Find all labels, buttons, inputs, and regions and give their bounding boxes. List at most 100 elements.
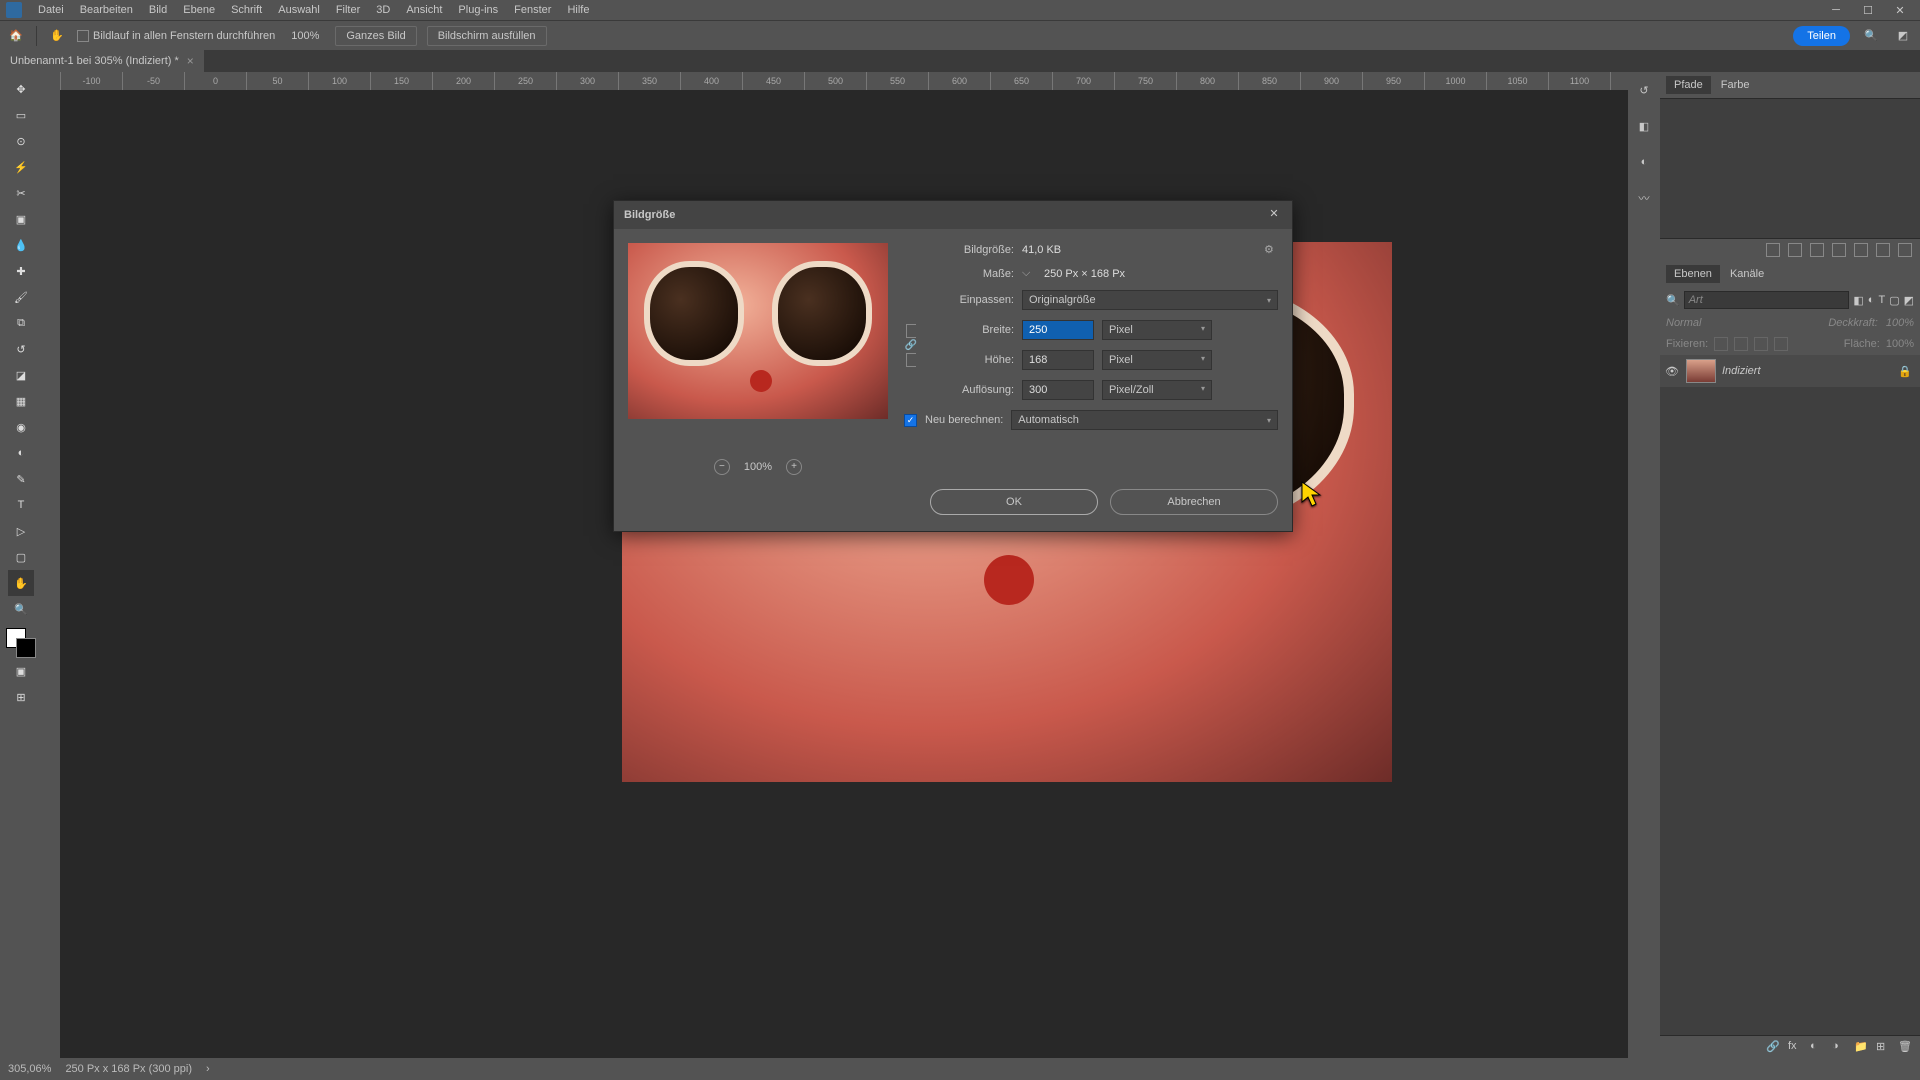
lock-position-icon[interactable] <box>1734 337 1748 351</box>
status-zoom[interactable]: 305,06% <box>8 1063 51 1075</box>
history-panel-icon[interactable]: ↺ <box>1634 80 1654 100</box>
menu-3d[interactable]: 3D <box>368 1 398 19</box>
menu-ebene[interactable]: Ebene <box>175 1 223 19</box>
scroll-all-checkbox[interactable]: Bildlauf in allen Fenstern durchführen <box>77 30 275 42</box>
eraser-tool[interactable]: ◪ <box>8 362 34 388</box>
quickmask-tool[interactable]: ▣ <box>8 658 34 684</box>
path-delete-icon[interactable] <box>1898 243 1912 257</box>
adjustments-panel-icon[interactable]: ◐ <box>1634 152 1654 172</box>
menu-ansicht[interactable]: Ansicht <box>398 1 450 19</box>
path-mask-icon[interactable] <box>1854 243 1868 257</box>
share-button[interactable]: Teilen <box>1793 26 1850 46</box>
tab-kanaele[interactable]: Kanäle <box>1722 265 1772 283</box>
heal-tool[interactable]: ✚ <box>8 258 34 284</box>
marquee-tool[interactable]: ▭ <box>8 102 34 128</box>
lock-pixel-icon[interactable] <box>1714 337 1728 351</box>
maximize-icon[interactable]: ☐ <box>1854 2 1882 18</box>
shape-tool[interactable]: ▢ <box>8 544 34 570</box>
adjustment-layer-icon[interactable]: ◑ <box>1832 1040 1846 1054</box>
lasso-tool[interactable]: ⊙ <box>8 128 34 154</box>
crop-tool[interactable]: ✂ <box>8 180 34 206</box>
layer-name[interactable]: Indiziert <box>1722 365 1761 377</box>
zoom-in-icon[interactable]: + <box>786 459 802 475</box>
paths-panel-icon[interactable]: 〰 <box>1634 188 1654 208</box>
group-icon[interactable]: 📁 <box>1854 1040 1868 1054</box>
zoom-tool[interactable]: 🔍 <box>8 596 34 622</box>
opacity-value[interactable]: 100% <box>1886 317 1914 329</box>
fit-to-select[interactable]: Originalgröße▾ <box>1022 290 1278 310</box>
width-input[interactable]: 250 <box>1022 320 1094 340</box>
filter-smart-icon[interactable]: ◩ <box>1904 294 1914 307</box>
blur-tool[interactable]: ◉ <box>8 414 34 440</box>
gear-icon[interactable]: ⚙ <box>1264 243 1278 257</box>
text-tool[interactable]: T <box>8 492 34 518</box>
path-stroke-icon[interactable] <box>1788 243 1802 257</box>
menu-schrift[interactable]: Schrift <box>223 1 270 19</box>
menu-datei[interactable]: Datei <box>30 1 72 19</box>
status-info[interactable]: 250 Px x 168 Px (300 ppi) <box>65 1063 192 1075</box>
fit-screen-button[interactable]: Ganzes Bild <box>335 26 416 46</box>
dialog-close-icon[interactable]: ✕ <box>1266 207 1282 223</box>
history-brush-tool[interactable]: ↺ <box>8 336 34 362</box>
wand-tool[interactable]: ⚡ <box>8 154 34 180</box>
layer-thumbnail[interactable] <box>1686 359 1716 383</box>
layer-filter-select[interactable]: Art <box>1684 291 1850 309</box>
tab-ebenen[interactable]: Ebenen <box>1666 265 1720 283</box>
frame-tool[interactable]: ▣ <box>8 206 34 232</box>
ok-button[interactable]: OK <box>930 489 1098 515</box>
visibility-icon[interactable]: 👁 <box>1664 365 1680 378</box>
menu-plugins[interactable]: Plug-ins <box>450 1 506 19</box>
fill-screen-button[interactable]: Bildschirm ausfüllen <box>427 26 547 46</box>
chevron-down-icon[interactable]: ⌵ <box>1022 267 1036 280</box>
cancel-button[interactable]: Abbrechen <box>1110 489 1278 515</box>
close-icon[interactable]: ✕ <box>1886 2 1914 18</box>
filter-text-icon[interactable]: T <box>1878 294 1885 306</box>
hand-tool[interactable]: ✋ <box>8 570 34 596</box>
fx-icon[interactable]: fx <box>1788 1040 1802 1054</box>
stamp-tool[interactable]: ⧉ <box>8 310 34 336</box>
search-icon[interactable]: 🔍 <box>1860 25 1882 47</box>
hand-tool-icon[interactable]: ✋ <box>47 26 67 46</box>
menu-bearbeiten[interactable]: Bearbeiten <box>72 1 141 19</box>
brush-tool[interactable]: 🖌 <box>8 284 34 310</box>
home-icon[interactable]: 🏠 <box>6 26 26 46</box>
height-unit-select[interactable]: Pixel▾ <box>1102 350 1212 370</box>
path-fill-icon[interactable] <box>1766 243 1780 257</box>
zoom-out-icon[interactable]: − <box>714 459 730 475</box>
mask-icon[interactable]: ◐ <box>1810 1040 1824 1054</box>
path-new-icon[interactable] <box>1876 243 1890 257</box>
menu-bild[interactable]: Bild <box>141 1 175 19</box>
menu-hilfe[interactable]: Hilfe <box>559 1 597 19</box>
preview-image[interactable] <box>628 243 888 419</box>
gradient-tool[interactable]: ▦ <box>8 388 34 414</box>
blend-mode-select[interactable]: Normal <box>1666 317 1701 329</box>
status-chevron-icon[interactable]: › <box>206 1063 210 1075</box>
resample-checkbox[interactable]: ✓ <box>904 414 917 427</box>
path-selection-icon[interactable] <box>1810 243 1824 257</box>
filter-shape-icon[interactable]: ▢ <box>1889 294 1899 307</box>
tab-pfade[interactable]: Pfade <box>1666 76 1711 94</box>
lock-icon[interactable]: 🔒 <box>1898 365 1916 378</box>
menu-filter[interactable]: Filter <box>328 1 368 19</box>
path-combine-icon[interactable] <box>1832 243 1846 257</box>
resolution-unit-select[interactable]: Pixel/Zoll▾ <box>1102 380 1212 400</box>
menu-auswahl[interactable]: Auswahl <box>270 1 328 19</box>
height-input[interactable]: 168 <box>1022 350 1094 370</box>
zoom-value[interactable]: 100% <box>285 30 325 42</box>
layers-panel-icon[interactable]: ◧ <box>1634 116 1654 136</box>
constrain-link-icon[interactable]: 🔗 <box>904 320 918 370</box>
resample-select[interactable]: Automatisch▾ <box>1011 410 1278 430</box>
filter-image-icon[interactable]: ◧ <box>1853 294 1863 307</box>
link-layers-icon[interactable]: 🔗 <box>1766 1040 1780 1054</box>
dodge-tool[interactable]: ◐ <box>8 440 34 466</box>
path-select-tool[interactable]: ▷ <box>8 518 34 544</box>
document-tab[interactable]: Unbenannt-1 bei 305% (Indiziert) * × <box>0 50 204 72</box>
filter-adjust-icon[interactable]: ◐ <box>1868 294 1875 306</box>
new-layer-icon[interactable]: ⊞ <box>1876 1040 1890 1054</box>
move-tool[interactable]: ✥ <box>8 76 34 102</box>
minimize-icon[interactable]: ─ <box>1822 2 1850 18</box>
resolution-input[interactable]: 300 <box>1022 380 1094 400</box>
lock-artboard-icon[interactable] <box>1754 337 1768 351</box>
menu-fenster[interactable]: Fenster <box>506 1 559 19</box>
close-tab-icon[interactable]: × <box>187 54 194 68</box>
